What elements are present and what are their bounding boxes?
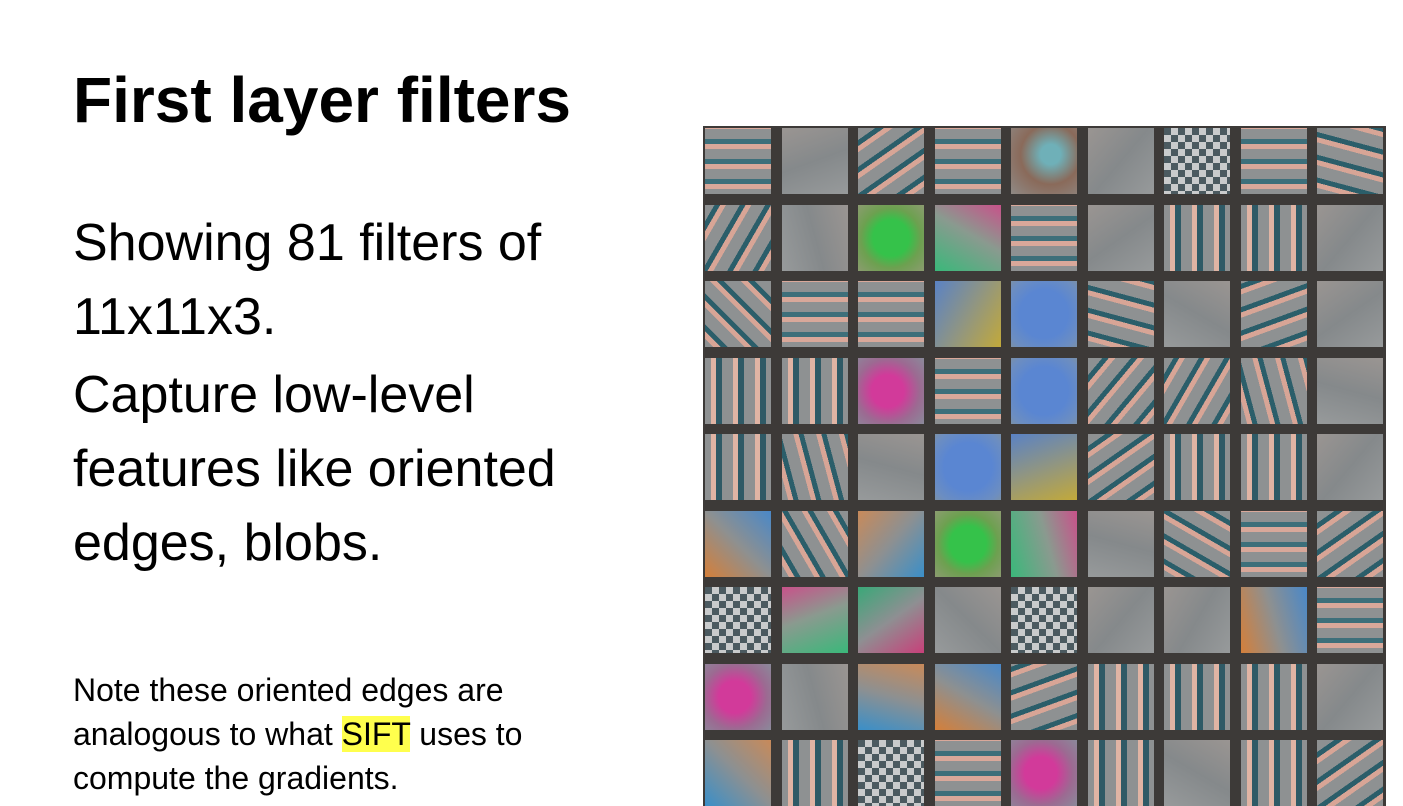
filter-tile [934, 204, 1001, 271]
filter-tile [1240, 128, 1307, 194]
filter-tile [1087, 663, 1154, 730]
filter-tile [1317, 587, 1383, 653]
filter-tile [705, 434, 771, 500]
filter-visualization-grid [703, 126, 1386, 806]
filter-tile [1317, 357, 1383, 424]
filter-tile [858, 281, 924, 347]
filter-tile [1317, 128, 1383, 194]
filter-tile [934, 740, 1001, 806]
filter-tile [1240, 434, 1307, 500]
filter-tile [1011, 510, 1077, 577]
filter-tile [705, 281, 771, 347]
filter-tile [1240, 510, 1307, 577]
filter-tile [781, 663, 848, 730]
filter-tile [1011, 281, 1077, 347]
slide-title: First layer filters [73, 64, 571, 136]
filter-tile [1011, 357, 1077, 424]
filter-tile [1087, 587, 1154, 653]
filter-tile [781, 510, 848, 577]
slide: { "slide": { "title": "First layer filte… [0, 0, 1403, 806]
filter-tile [1164, 587, 1230, 653]
filter-tile [1240, 281, 1307, 347]
filter-tile [1317, 204, 1383, 271]
filter-tile [1164, 204, 1230, 271]
filter-tile [1164, 510, 1230, 577]
filter-tile [858, 204, 924, 271]
filter-tile [1240, 357, 1307, 424]
filter-tile [1011, 128, 1077, 194]
filter-tile [1087, 128, 1154, 194]
filter-tile [1011, 204, 1077, 271]
filter-tile [1087, 434, 1154, 500]
filter-tile [705, 510, 771, 577]
filter-tile [934, 434, 1001, 500]
filter-tile [781, 434, 848, 500]
filter-tile [1087, 281, 1154, 347]
filter-tile [1164, 663, 1230, 730]
filter-tile [781, 740, 848, 806]
filter-tile [1317, 740, 1383, 806]
filter-tile [858, 740, 924, 806]
filter-tile [1317, 281, 1383, 347]
filter-tile [705, 204, 771, 271]
filter-tile [1240, 740, 1307, 806]
filter-tile [858, 587, 924, 653]
filter-tile [1164, 128, 1230, 194]
filter-tile [1240, 204, 1307, 271]
filter-tile [1164, 281, 1230, 347]
slide-body: Showing 81 filters of 11x11x3. Capture l… [73, 206, 673, 580]
filter-tile [934, 663, 1001, 730]
filter-tile [934, 510, 1001, 577]
filter-tile [858, 357, 924, 424]
filter-tile [1164, 357, 1230, 424]
filter-tile [934, 128, 1001, 194]
filter-tile [705, 128, 771, 194]
filter-tile [1164, 434, 1230, 500]
filter-tile [1011, 434, 1077, 500]
filter-tile [1317, 663, 1383, 730]
filter-tile [858, 434, 924, 500]
filter-tile [1317, 510, 1383, 577]
filter-tile [1087, 204, 1154, 271]
filter-tile [1011, 587, 1077, 653]
filter-tile [781, 357, 848, 424]
filter-tile [705, 663, 771, 730]
filter-tile [934, 587, 1001, 653]
body-line-filters: Showing 81 filters of 11x11x3. [73, 214, 542, 346]
slide-note: Note these oriented edges are analogous … [73, 668, 633, 800]
filter-tile [934, 281, 1001, 347]
filter-tile [781, 128, 848, 194]
filter-tile [705, 357, 771, 424]
filter-tile [1011, 663, 1077, 730]
filter-tile [1087, 510, 1154, 577]
filter-tile [1011, 740, 1077, 806]
sift-highlight: SIFT [341, 716, 411, 752]
filter-tile [1164, 740, 1230, 806]
filter-tile [781, 204, 848, 271]
filter-tile [858, 510, 924, 577]
filter-tile [934, 357, 1001, 424]
filter-tile [1240, 587, 1307, 653]
filter-tile [1240, 663, 1307, 730]
filter-tile [1087, 357, 1154, 424]
filter-tile [858, 128, 924, 194]
filter-tile [1087, 740, 1154, 806]
filter-tile [858, 663, 924, 730]
filter-tile [705, 740, 771, 806]
filter-tile [705, 587, 771, 653]
filter-tile [1317, 434, 1383, 500]
filter-tile [781, 281, 848, 347]
body-line-features: Capture low-level features like oriented… [73, 366, 556, 572]
filter-tile [781, 587, 848, 653]
